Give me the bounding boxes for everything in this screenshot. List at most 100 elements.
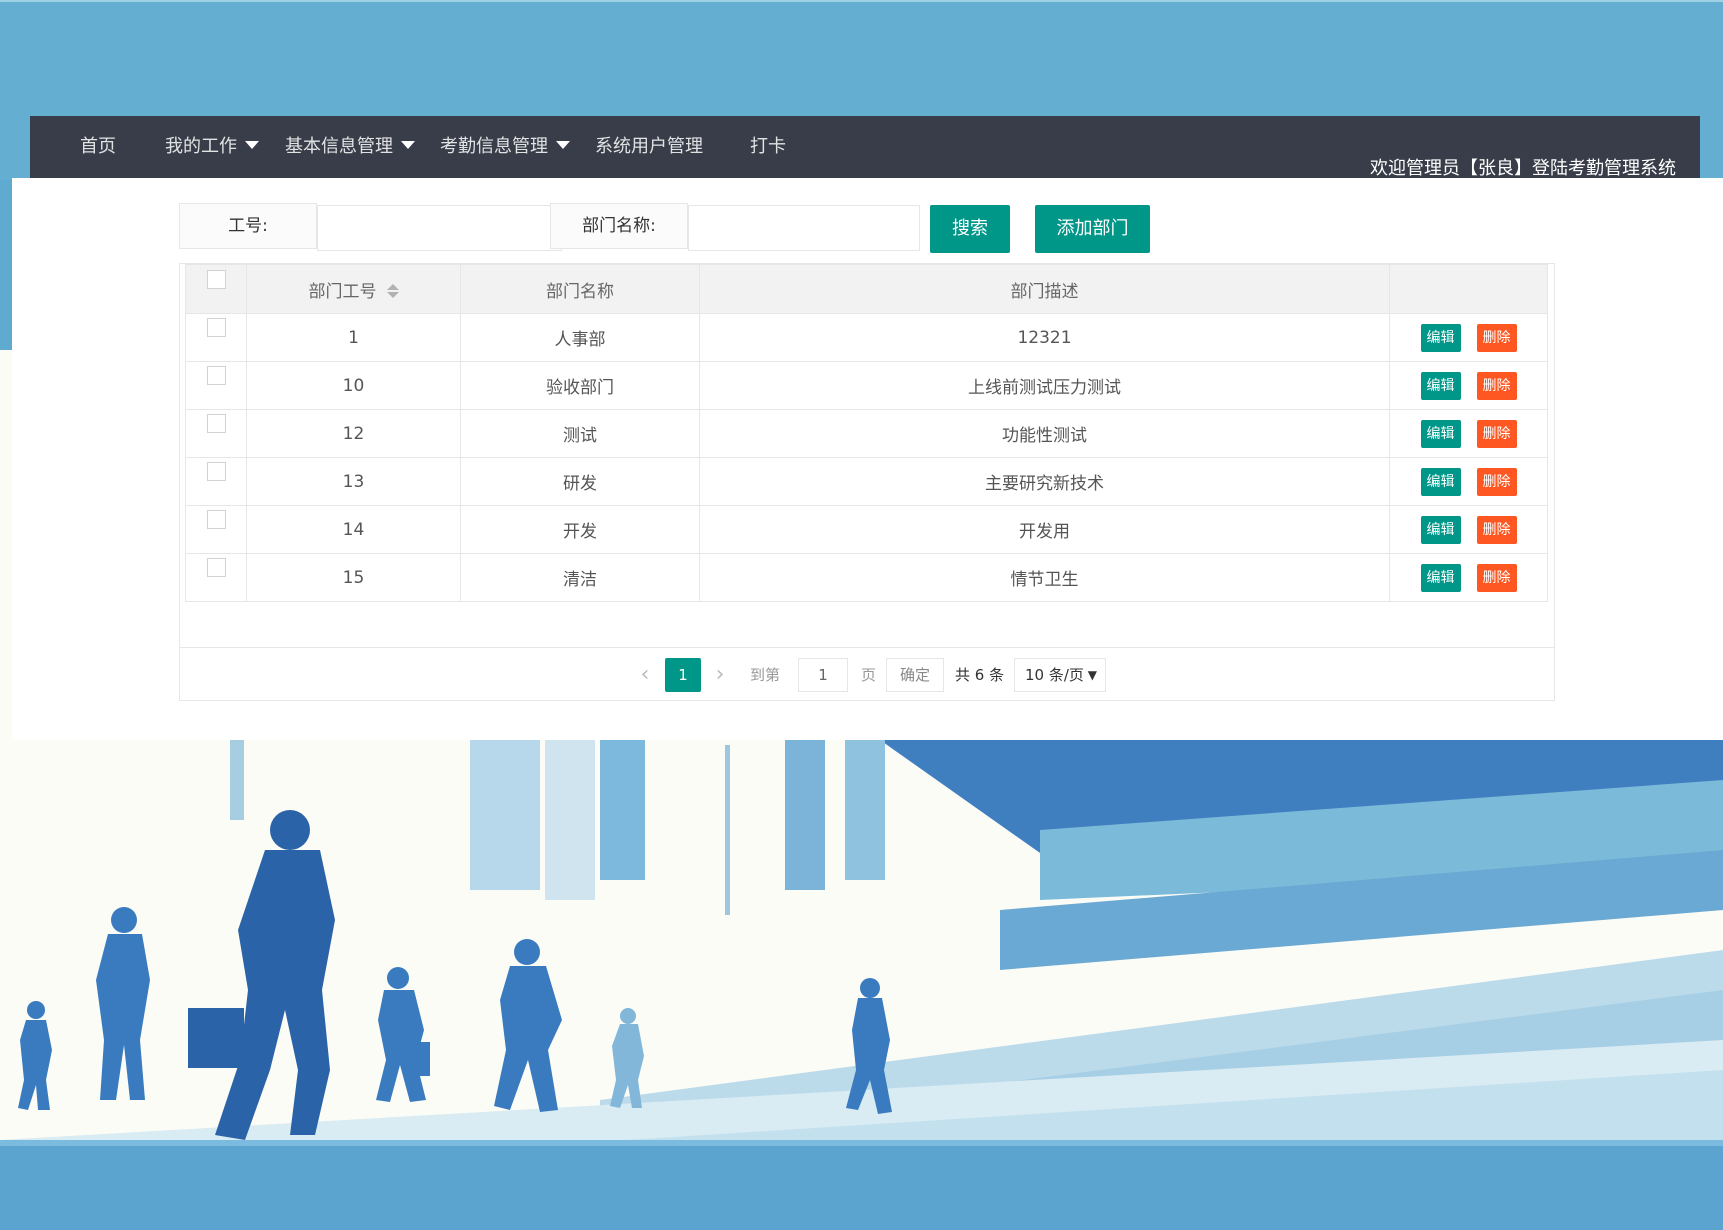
background-strip	[0, 180, 12, 350]
cell-dept-name: 测试	[460, 409, 700, 458]
cell-actions: 编辑 删除	[1389, 505, 1548, 554]
add-department-button[interactable]: 添加部门	[1035, 205, 1150, 253]
nav-item-label: 考勤信息管理	[440, 136, 548, 157]
cell-actions: 编辑 删除	[1389, 553, 1548, 602]
sort-icon[interactable]	[386, 283, 399, 298]
nav-item-clock-in[interactable]: 打卡	[750, 116, 786, 178]
row-checkbox[interactable]	[206, 318, 226, 337]
cell-dept-id: 13	[246, 457, 461, 506]
row-checkbox[interactable]	[206, 414, 226, 433]
nav-item-label: 打卡	[750, 136, 786, 157]
cell-dept-desc: 上线前测试压力测试	[699, 361, 1390, 410]
header-dept-name: 部门名称	[460, 264, 700, 314]
chevron-right-icon[interactable]: ›	[707, 658, 733, 692]
content-panel: 工号: 部门名称: 搜索 添加部门 部门工号 部门名称 部门描述 1 人事部 1…	[12, 178, 1723, 740]
row-select-cell[interactable]	[185, 313, 247, 362]
background-city-illustration	[0, 740, 1723, 1230]
nav-item-label: 系统用户管理	[595, 136, 703, 157]
cell-dept-desc: 主要研究新技术	[699, 457, 1390, 506]
table-row: 13 研发 主要研究新技术 编辑 删除	[185, 457, 1548, 506]
cell-dept-id: 12	[246, 409, 461, 458]
caret-down-icon: ▼	[1087, 668, 1097, 682]
nav-item-attendance[interactable]: 考勤信息管理	[440, 116, 570, 178]
dept-name-label: 部门名称:	[550, 203, 688, 249]
edit-button[interactable]: 编辑	[1420, 419, 1461, 448]
cell-dept-id: 15	[246, 553, 461, 602]
edit-button[interactable]: 编辑	[1420, 467, 1461, 496]
edit-button[interactable]: 编辑	[1420, 563, 1461, 592]
row-select-cell[interactable]	[185, 505, 247, 554]
nav-item-system-users[interactable]: 系统用户管理	[595, 116, 703, 178]
row-checkbox[interactable]	[206, 510, 226, 529]
row-checkbox[interactable]	[206, 366, 226, 385]
search-button[interactable]: 搜索	[930, 205, 1010, 253]
select-all-checkbox[interactable]	[206, 269, 226, 289]
header-dept-desc: 部门描述	[699, 264, 1390, 314]
caret-down-icon	[556, 141, 570, 149]
delete-button[interactable]: 删除	[1476, 563, 1517, 592]
row-select-cell[interactable]	[185, 553, 247, 602]
cell-actions: 编辑 删除	[1389, 361, 1548, 410]
edit-button[interactable]: 编辑	[1420, 515, 1461, 544]
nav-item-basic-info[interactable]: 基本信息管理	[285, 116, 415, 178]
table-row: 10 验收部门 上线前测试压力测试 编辑 删除	[185, 361, 1548, 410]
background-edge	[0, 0, 1723, 2]
cell-dept-desc: 12321	[699, 313, 1390, 362]
cell-actions: 编辑 删除	[1389, 313, 1548, 362]
delete-button[interactable]: 删除	[1476, 323, 1517, 352]
pagination: ‹ 1 › 到第 页 确定 共 6 条 10 条/页 ▼	[180, 658, 1554, 692]
delete-button[interactable]: 删除	[1476, 371, 1517, 400]
total-count: 共 6 条	[955, 666, 1005, 684]
dept-name-input[interactable]	[688, 205, 920, 251]
emp-no-input[interactable]	[317, 205, 562, 251]
cell-dept-name: 人事部	[460, 313, 700, 362]
table-row: 12 测试 功能性测试 编辑 删除	[185, 409, 1548, 458]
cell-dept-id: 1	[246, 313, 461, 362]
department-table: 部门工号 部门名称 部门描述 1 人事部 12321 编辑 删除 10 验收部门…	[179, 263, 1555, 701]
table-row: 15 清洁 情节卫生 编辑 删除	[185, 553, 1548, 602]
edit-button[interactable]: 编辑	[1420, 371, 1461, 400]
cell-actions: 编辑 删除	[1389, 409, 1548, 458]
top-navbar: 首页 我的工作 基本信息管理 考勤信息管理 系统用户管理 打卡 欢迎管理员【张良…	[30, 116, 1700, 179]
row-select-cell[interactable]	[185, 361, 247, 410]
cell-dept-desc: 功能性测试	[699, 409, 1390, 458]
cell-dept-desc: 开发用	[699, 505, 1390, 554]
delete-button[interactable]: 删除	[1476, 515, 1517, 544]
header-dept-id[interactable]: 部门工号	[246, 264, 461, 314]
goto-label: 到第	[750, 666, 781, 684]
header-select-all[interactable]	[185, 264, 247, 314]
emp-no-label: 工号:	[179, 203, 317, 249]
edit-button[interactable]: 编辑	[1420, 323, 1461, 352]
page-unit-label: 页	[861, 666, 877, 684]
nav-item-label: 基本信息管理	[285, 136, 393, 157]
cell-dept-name: 验收部门	[460, 361, 700, 410]
cell-dept-id: 10	[246, 361, 461, 410]
row-select-cell[interactable]	[185, 457, 247, 506]
row-checkbox[interactable]	[206, 558, 226, 577]
nav-item-label: 我的工作	[165, 136, 237, 157]
goto-page-input[interactable]	[798, 658, 848, 692]
cell-dept-id: 14	[246, 505, 461, 554]
welcome-message: 欢迎管理员【张良】登陆考勤管理系统	[1370, 158, 1676, 179]
page-size-select[interactable]: 10 条/页 ▼	[1014, 658, 1106, 692]
cell-dept-desc: 情节卫生	[699, 553, 1390, 602]
nav-item-my-work[interactable]: 我的工作	[165, 116, 259, 178]
delete-button[interactable]: 删除	[1476, 419, 1517, 448]
table-row: 14 开发 开发用 编辑 删除	[185, 505, 1548, 554]
table-row: 1 人事部 12321 编辑 删除	[185, 313, 1548, 362]
goto-confirm-button[interactable]: 确定	[886, 658, 944, 692]
header-label: 部门工号	[308, 281, 377, 302]
delete-button[interactable]: 删除	[1476, 467, 1517, 496]
page-size-value: 10 条/页	[1025, 666, 1084, 684]
row-select-cell[interactable]	[185, 409, 247, 458]
cell-actions: 编辑 删除	[1389, 457, 1548, 506]
current-page[interactable]: 1	[665, 658, 701, 692]
header-actions	[1389, 264, 1548, 314]
caret-down-icon	[245, 141, 259, 149]
department-grid: 部门工号 部门名称 部门描述 1 人事部 12321 编辑 删除 10 验收部门…	[185, 264, 1548, 602]
table-header-row: 部门工号 部门名称 部门描述	[185, 264, 1548, 314]
row-checkbox[interactable]	[206, 462, 226, 481]
chevron-left-icon[interactable]: ‹	[632, 658, 658, 692]
cell-dept-name: 开发	[460, 505, 700, 554]
nav-item-home[interactable]: 首页	[80, 116, 116, 178]
